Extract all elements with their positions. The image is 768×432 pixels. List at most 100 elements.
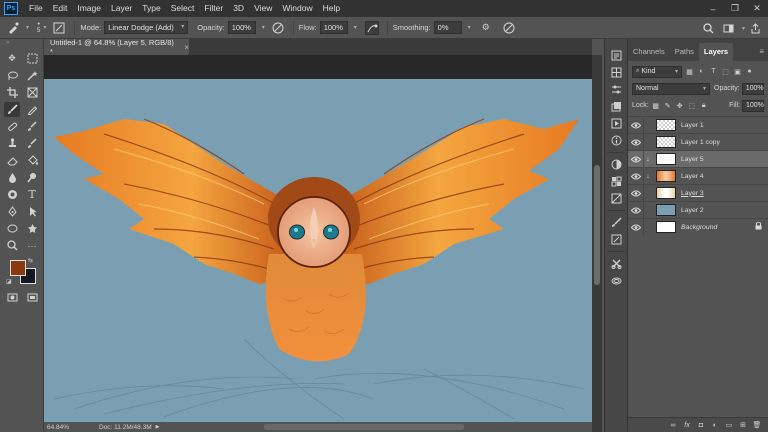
layer-row[interactable]: Layer 1 copy bbox=[628, 133, 768, 151]
pressure-opacity-icon[interactable] bbox=[271, 21, 285, 35]
restore-icon[interactable]: ❐ bbox=[724, 0, 746, 17]
menu-file[interactable]: File bbox=[24, 0, 48, 17]
menu-help[interactable]: Help bbox=[318, 0, 345, 17]
paint-bucket-tool-icon[interactable] bbox=[24, 153, 40, 168]
marquee-tool-icon[interactable] bbox=[24, 51, 40, 66]
brush-settings-panel-icon[interactable] bbox=[605, 231, 627, 248]
blend-mode-select[interactable]: Normal ▾ bbox=[632, 82, 710, 95]
default-colors-icon[interactable]: ◪ bbox=[6, 278, 12, 285]
type-tool-icon[interactable]: T bbox=[24, 187, 40, 202]
layer-thumbnail[interactable] bbox=[656, 119, 676, 131]
flow-field[interactable]: 100% bbox=[319, 21, 348, 34]
libraries-icon[interactable] bbox=[605, 98, 627, 115]
layer-thumbnail[interactable] bbox=[656, 187, 676, 199]
pencil-tool-icon[interactable] bbox=[24, 102, 40, 117]
fill-field[interactable]: 100% bbox=[742, 99, 764, 112]
brush-size-picker[interactable]: • 5 bbox=[37, 21, 40, 34]
tools-presets-icon[interactable] bbox=[605, 255, 627, 272]
adjustment-layer-icon[interactable]: ◐ bbox=[708, 419, 722, 431]
layer-style-icon[interactable]: fx bbox=[680, 419, 694, 431]
type-filter-icon[interactable]: T bbox=[709, 67, 718, 76]
crop-tool-icon[interactable] bbox=[4, 85, 20, 100]
path-selection-tool-icon[interactable] bbox=[24, 204, 40, 219]
smoothing-field[interactable]: 0% bbox=[433, 21, 462, 34]
new-layer-icon[interactable]: ⊞ bbox=[736, 419, 750, 431]
lock-all-icon[interactable]: 🔒︎ bbox=[699, 101, 709, 111]
visibility-eye-icon[interactable] bbox=[628, 218, 644, 236]
collapse-toolbar-icon[interactable]: » bbox=[6, 40, 9, 50]
visibility-eye-icon[interactable] bbox=[628, 116, 644, 134]
search-icon[interactable] bbox=[702, 21, 716, 35]
color-replacement-tool-icon[interactable] bbox=[24, 119, 40, 134]
chevron-down-icon[interactable]: ▾ bbox=[262, 24, 265, 31]
adjustment-filter-icon[interactable]: ◐ bbox=[697, 67, 706, 76]
vertical-scrollbar[interactable] bbox=[592, 55, 602, 432]
visibility-eye-icon[interactable] bbox=[628, 167, 644, 185]
mode-select[interactable]: Linear Dodge (Add) ▾ bbox=[104, 21, 189, 34]
new-group-icon[interactable]: ▭ bbox=[722, 419, 736, 431]
layer-row[interactable]: Layer 1 bbox=[628, 116, 768, 134]
panel-menu-icon[interactable]: ≡ bbox=[759, 43, 768, 61]
layer-row[interactable]: ↓ Layer 4 bbox=[628, 167, 768, 185]
color-icon[interactable] bbox=[605, 156, 627, 173]
gradients-icon[interactable] bbox=[605, 190, 627, 207]
custom-shape-tool-icon[interactable] bbox=[24, 221, 40, 236]
close-tab-icon[interactable]: × bbox=[184, 43, 189, 52]
dodge-tool-icon[interactable] bbox=[24, 170, 40, 185]
lock-icon[interactable] bbox=[755, 221, 762, 232]
filter-kind-select[interactable]: ⌕ Kind ▾ bbox=[632, 65, 682, 78]
pen-tool-icon[interactable] bbox=[4, 204, 20, 219]
chevron-down-icon[interactable]: ▾ bbox=[26, 24, 29, 31]
ellipse-tool-icon[interactable] bbox=[4, 221, 20, 236]
menu-3d[interactable]: 3D bbox=[228, 0, 249, 17]
layer-thumbnail[interactable] bbox=[656, 221, 676, 233]
pressure-size-icon[interactable] bbox=[502, 21, 516, 35]
layer-thumbnail[interactable] bbox=[656, 136, 676, 148]
lock-image-icon[interactable]: ✎ bbox=[663, 101, 673, 111]
chevron-down-icon[interactable]: ▾ bbox=[354, 24, 357, 31]
actions-icon[interactable] bbox=[605, 115, 627, 132]
foreground-color-swatch[interactable] bbox=[10, 260, 26, 276]
menu-layer[interactable]: Layer bbox=[106, 0, 137, 17]
layer-row[interactable]: ↓ Layer 5 bbox=[628, 150, 768, 168]
brush-tool-icon[interactable] bbox=[4, 102, 20, 117]
menu-select[interactable]: Select bbox=[166, 0, 200, 17]
history-icon[interactable] bbox=[605, 47, 627, 64]
swatches-icon[interactable] bbox=[605, 173, 627, 190]
lock-transparent-icon[interactable]: ▩ bbox=[651, 101, 661, 111]
close-icon[interactable]: ✕ bbox=[746, 0, 768, 17]
eraser-tool-icon[interactable] bbox=[4, 153, 20, 168]
tab-channels[interactable]: Channels bbox=[628, 43, 670, 61]
minimize-icon[interactable]: – bbox=[702, 0, 724, 17]
menu-filter[interactable]: Filter bbox=[199, 0, 228, 17]
lock-position-icon[interactable]: ✥ bbox=[675, 101, 685, 111]
menu-edit[interactable]: Edit bbox=[48, 0, 73, 17]
visibility-eye-icon[interactable] bbox=[628, 150, 644, 168]
clone-stamp-tool-icon[interactable] bbox=[4, 136, 20, 151]
workspace-icon[interactable] bbox=[722, 21, 736, 35]
smudge-tool-icon[interactable] bbox=[4, 187, 20, 202]
more-tools-icon[interactable]: ··· bbox=[24, 238, 40, 253]
brush-settings-icon[interactable] bbox=[52, 21, 66, 35]
document-tab[interactable]: Untitled-1 @ 64.8% (Layer 5, RGB/8) * × bbox=[44, 38, 189, 56]
move-tool-icon[interactable]: ✥ bbox=[4, 51, 20, 66]
layer-thumbnail[interactable] bbox=[656, 153, 676, 165]
shape-filter-icon[interactable]: ⬚ bbox=[721, 67, 730, 76]
layer-opacity-field[interactable]: 100% bbox=[741, 82, 764, 95]
layer-thumbnail[interactable] bbox=[656, 170, 676, 182]
layer-row[interactable]: Layer 3 bbox=[628, 184, 768, 202]
zoom-tool-icon[interactable] bbox=[4, 238, 20, 253]
brush-preset-icon[interactable] bbox=[6, 21, 20, 35]
magic-wand-tool-icon[interactable] bbox=[24, 68, 40, 83]
healing-brush-tool-icon[interactable] bbox=[4, 119, 20, 134]
menu-image[interactable]: Image bbox=[72, 0, 106, 17]
filter-toggle-icon[interactable]: ● bbox=[745, 67, 754, 76]
visibility-eye-icon[interactable] bbox=[628, 201, 644, 219]
menu-type[interactable]: Type bbox=[137, 0, 165, 17]
chevron-right-icon[interactable]: ▶ bbox=[156, 424, 160, 430]
layer-row[interactable]: Background bbox=[628, 218, 768, 236]
layer-row[interactable]: Layer 2 bbox=[628, 201, 768, 219]
menu-window[interactable]: Window bbox=[277, 0, 317, 17]
pixel-filter-icon[interactable]: ▦ bbox=[685, 67, 694, 76]
visibility-eye-icon[interactable] bbox=[628, 133, 644, 151]
